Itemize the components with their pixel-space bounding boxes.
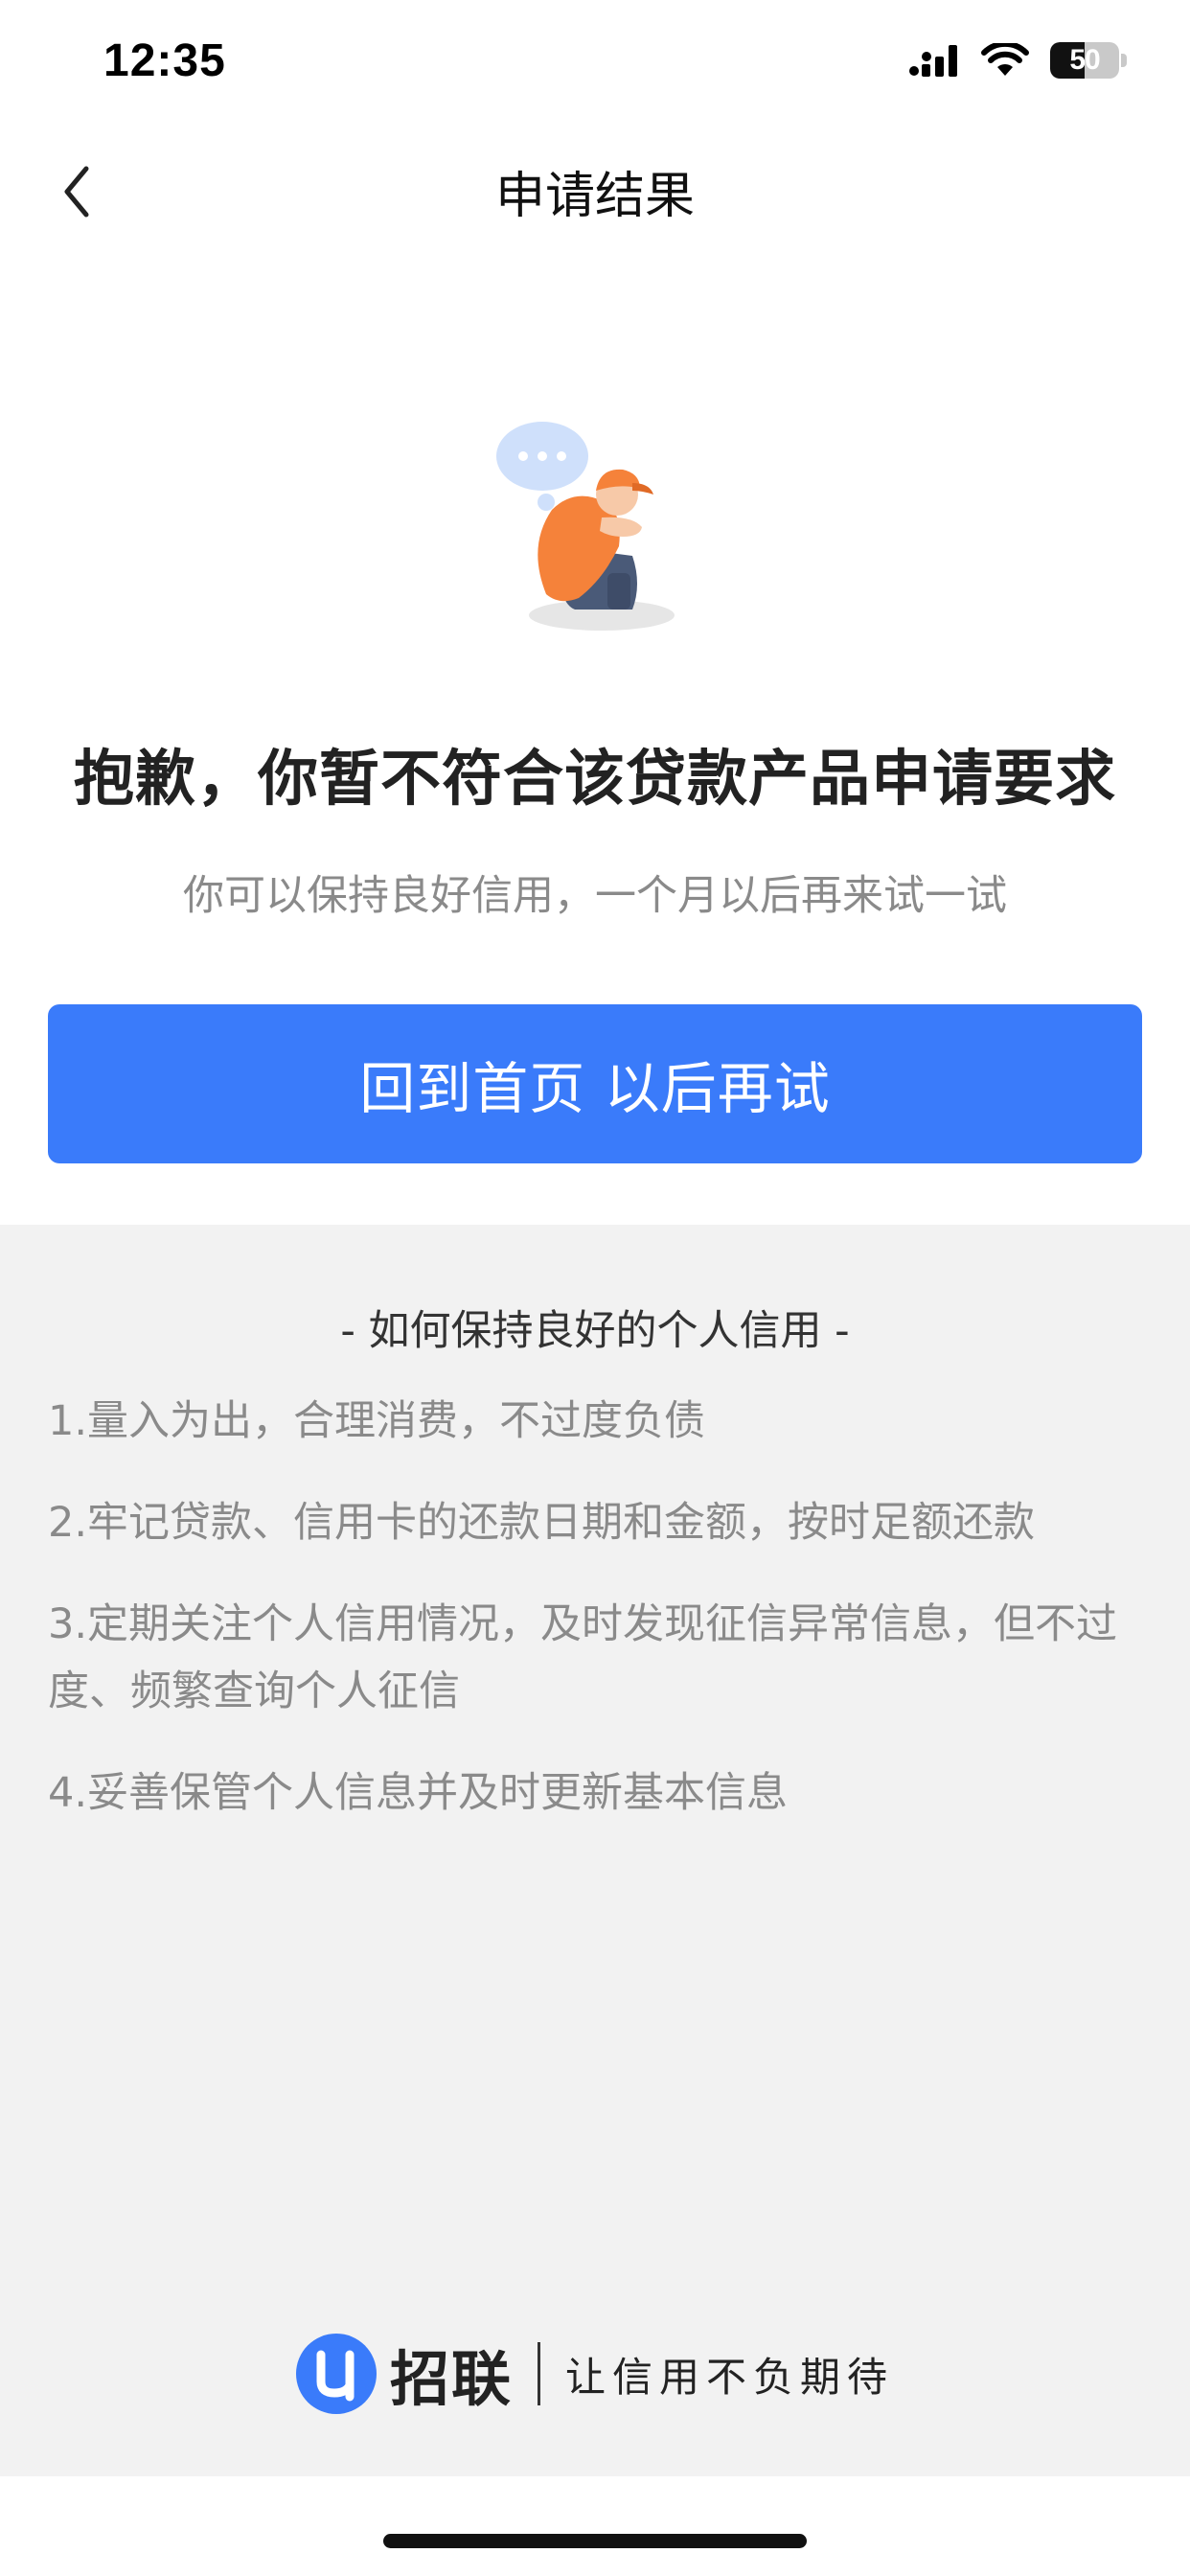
tip-item: 3.定期关注个人信用情况，及时发现征信异常信息，但不过度、频繁查询个人征信 <box>48 1600 1118 1715</box>
wifi-icon <box>981 43 1029 76</box>
result-subtext: 你可以保持良好信用，一个月以后再来试一试 <box>183 872 1007 920</box>
tips-title: - 如何保持良好的个人信用 - <box>340 1307 850 1355</box>
home-indicator[interactable] <box>383 2534 807 2548</box>
page-title: 申请结果 <box>494 168 695 225</box>
status-icons: 50 <box>908 42 1127 79</box>
brand-slogan: 让信用不负期待 <box>565 2353 895 2401</box>
brand-logo-icon <box>295 2334 377 2414</box>
nav-bar: 申请结果 <box>0 125 1190 257</box>
tip-item: 4.妥善保管个人信息并及时更新基本信息 <box>48 1769 789 1817</box>
brand-divider <box>538 2342 540 2405</box>
tip-item: 2.牢记贷款、信用卡的还款日期和金额，按时足额还款 <box>48 1499 1036 1547</box>
brand-name: 招联 <box>389 2344 513 2414</box>
brand-footer: 招联 让信用不负期待 <box>0 2331 1190 2417</box>
sad-person-illustration <box>496 422 675 631</box>
battery-icon: 50 <box>1050 42 1127 79</box>
tip-item: 1.量入为出，合理消费，不过度负债 <box>48 1397 706 1445</box>
return-home-button[interactable]: 回到首页 以后再试 <box>48 1004 1142 1163</box>
signal-icon <box>909 45 957 77</box>
status-bar: 12:35 50 <box>0 0 1190 125</box>
credit-tips-section: - 如何保持良好的个人信用 - 1.量入为出，合理消费，不过度负债 2.牢记贷款… <box>0 1225 1190 2476</box>
result-heading: 抱歉，你暂不符合该贷款产品申请要求 <box>74 744 1116 814</box>
status-time: 12:35 <box>103 35 226 86</box>
tips-list: 1.量入为出，合理消费，不过度负债 2.牢记贷款、信用卡的还款日期和金额，按时足… <box>48 1388 1142 1861</box>
battery-level: 50 <box>1069 44 1100 76</box>
